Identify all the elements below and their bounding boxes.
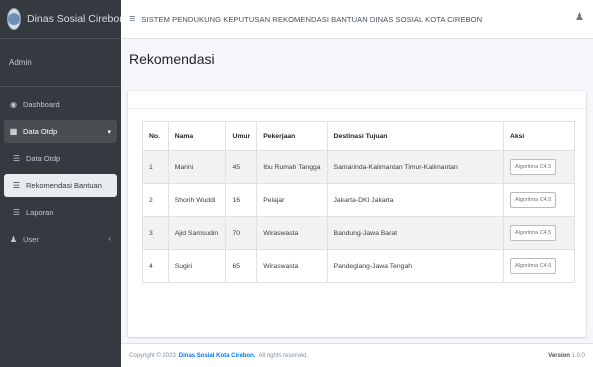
table-header-row: No. Nama Umur Pekerjaan Destinasi Tujuan…: [142, 121, 576, 151]
algoritma-c45-button[interactable]: Algoritma C4.5: [509, 258, 557, 274]
footer: Copyright © 2023 Dinas Sosial Kota Cireb…: [121, 343, 593, 367]
algoritma-c45-button[interactable]: Algoritma C4.5: [509, 225, 557, 241]
cell-no: 4: [142, 249, 169, 283]
cell-destinasi: Jakarta-DKI Jakarta: [326, 183, 504, 217]
cell-nama: Marini: [167, 150, 227, 184]
list-icon: ☰: [12, 154, 21, 163]
sidebar-item-label: Data Otdp: [23, 127, 58, 136]
cell-nama: Sugiri: [167, 249, 227, 283]
cell-pekerjaan: Ibu Rumah Tangga: [256, 150, 328, 184]
column-header-destinasi: Destinasi Tujuan: [326, 121, 504, 151]
user-panel[interactable]: Admin: [0, 39, 121, 87]
version-label: Version: [548, 352, 570, 359]
column-header-nama: Nama: [167, 121, 227, 151]
brand-name: Dinas Sosial Cirebon: [27, 13, 126, 25]
cell-destinasi: Pandeglang-Jawa Tengah: [326, 249, 504, 283]
footer-rights: All rights reserved.: [258, 352, 309, 359]
column-header-pekerjaan: Pekerjaan: [256, 121, 328, 151]
sidebar-item-user[interactable]: ♟ User ‹: [4, 228, 117, 251]
footer-copyright: Copyright © 2023: [129, 352, 176, 359]
cell-umur: 70: [225, 216, 258, 250]
brand-link[interactable]: Dinas Sosial Cirebon: [0, 0, 125, 39]
user-panel-name: Admin: [9, 58, 32, 67]
cell-umur: 65: [225, 249, 258, 283]
content-card: No. Nama Umur Pekerjaan Destinasi Tujuan…: [128, 91, 586, 337]
footer-org-link[interactable]: Dinas Sosial Kota Cirebon.: [179, 353, 256, 359]
cell-nama: Ajid Samsudin: [167, 216, 227, 250]
sidebar-item-data-otdp[interactable]: ▦ Data Otdp ▾: [4, 120, 117, 143]
column-header-umur: Umur: [225, 121, 258, 151]
user-icon: ♟: [9, 235, 18, 244]
cell-aksi: Algoritma C4.5: [502, 183, 576, 217]
column-header-no: No.: [142, 121, 169, 151]
sidebar-subitem-laporan[interactable]: ☰ Laporan: [4, 201, 117, 224]
rekomendasi-table: No. Nama Umur Pekerjaan Destinasi Tujuan…: [142, 121, 576, 283]
table-row: 2 Shorih Wuddi 16 Pelajar Jakarta-DKI Ja…: [142, 183, 576, 217]
algoritma-c45-button[interactable]: Algoritma C4.5: [509, 159, 557, 175]
cell-aksi: Algoritma C4.5: [502, 150, 576, 184]
cell-umur: 16: [225, 183, 258, 217]
cell-destinasi: Samarinda-Kalimantan Timur-Kalimantan: [326, 150, 504, 184]
chevron-down-icon: ▾: [107, 128, 111, 136]
table-row: 3 Ajid Samsudin 70 Wiraswasta Bandung-Ja…: [142, 216, 576, 250]
user-account-icon[interactable]: ♟: [575, 12, 584, 23]
list-icon: ☰: [12, 181, 21, 190]
sidebar-item-label: Dashboard: [23, 100, 60, 109]
footer-version: Version 1.0.0: [548, 353, 585, 359]
page-title: Rekomendasi: [129, 51, 215, 67]
version-value: 1.0.0: [571, 352, 585, 359]
sidebar-subitem-data-otdp[interactable]: ☰ Data Otdp: [4, 147, 117, 170]
cell-no: 3: [142, 216, 169, 250]
sidebar-item-label: User: [23, 235, 39, 244]
list-icon: ☰: [12, 208, 21, 217]
table-row: 1 Marini 45 Ibu Rumah Tangga Samarinda-K…: [142, 150, 576, 184]
sidebar-item-label: Rekomendasi Bantuan: [26, 181, 102, 190]
table-row: 4 Sugiri 65 Wiraswasta Pandeglang-Jawa T…: [142, 249, 576, 283]
algoritma-c45-button[interactable]: Algoritma C4.5: [509, 192, 557, 208]
dashboard-icon: ◉: [10, 100, 17, 109]
cell-destinasi: Bandung-Jawa Barat: [326, 216, 504, 250]
cell-pekerjaan: Wiraswasta: [256, 249, 328, 283]
sidebar-item-label: Data Otdp: [26, 154, 61, 163]
app-title: SISTEM PENDUKUNG KEPUTUSAN REKOMENDASI B…: [141, 14, 483, 24]
cell-nama: Shorih Wuddi: [167, 183, 227, 217]
table-icon: ▦: [9, 127, 18, 136]
sidebar-subitem-rekomendasi-bantuan[interactable]: ☰ Rekomendasi Bantuan: [4, 174, 117, 197]
cell-aksi: Algoritma C4.5: [502, 249, 576, 283]
sidebar: Dinas Sosial Cirebon Admin ◉ Dashboard ▦…: [0, 0, 125, 367]
hamburger-menu-icon[interactable]: ≡: [129, 13, 135, 25]
topbar: ≡ SISTEM PENDUKUNG KEPUTUSAN REKOMENDASI…: [121, 0, 593, 39]
card-header-divider: [128, 108, 586, 109]
chevron-left-icon: ‹: [108, 236, 111, 243]
cell-no: 1: [142, 150, 169, 184]
cell-aksi: Algoritma C4.5: [502, 216, 576, 250]
sidebar-item-dashboard[interactable]: ◉ Dashboard: [4, 93, 117, 116]
brand-logo-icon: [8, 9, 20, 29]
cell-pekerjaan: Wiraswasta: [256, 216, 328, 250]
sidebar-item-label: Laporan: [26, 208, 54, 217]
column-header-aksi: Aksi: [502, 121, 576, 151]
cell-no: 2: [142, 183, 169, 217]
sidebar-nav: ◉ Dashboard ▦ Data Otdp ▾ ☰ Data Otdp ☰ …: [0, 87, 121, 261]
cell-pekerjaan: Pelajar: [256, 183, 328, 217]
cell-umur: 45: [225, 150, 258, 184]
